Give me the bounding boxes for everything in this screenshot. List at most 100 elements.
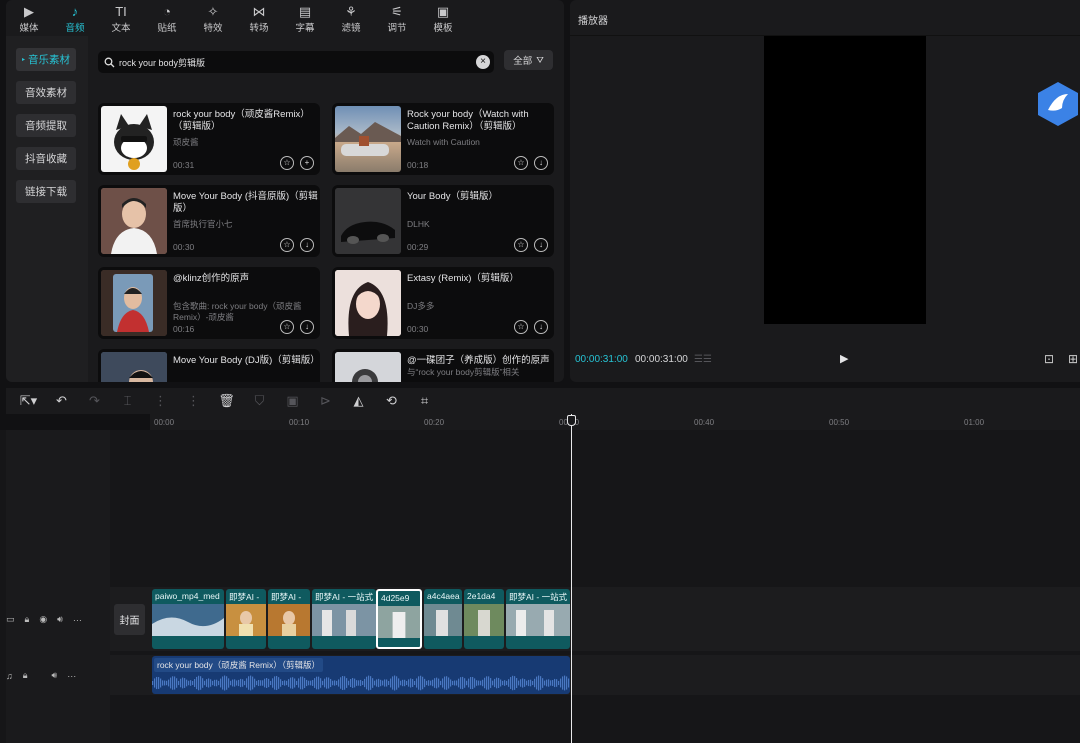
- tab-stickers[interactable]: ◔ 贴纸: [144, 0, 190, 36]
- total-timecode: 00:00:31:00: [635, 354, 688, 365]
- video-clip[interactable]: 即梦AI - 一站式: [312, 589, 376, 649]
- card-title: Your Body（剪辑版）: [407, 191, 498, 202]
- video-clip[interactable]: 即梦AI -: [268, 589, 310, 649]
- music-card[interactable]: rock your body（顽皮酱Remix）（剪辑版） 顽皮酱 00:31 …: [98, 103, 320, 175]
- music-card[interactable]: Move Your Body (DJ版)（剪辑版）: [98, 349, 320, 382]
- undo-icon[interactable]: ↶: [45, 393, 78, 409]
- lock-icon[interactable]: 🔒︎: [23, 670, 28, 681]
- category-douyin-favorites[interactable]: 抖音收藏: [16, 147, 76, 170]
- search-input[interactable]: rock your body剪辑版 ×: [98, 51, 494, 73]
- card-artist: DLHK: [407, 219, 430, 229]
- favorite-star-icon[interactable]: ☆: [280, 156, 294, 170]
- playhead[interactable]: [571, 414, 572, 743]
- time-ruler[interactable]: 00:00 00:10 00:20 00:30 00:40 00:50 01:0…: [150, 414, 1080, 430]
- card-artist: 包含歌曲: rock your body（顽皮酱Remix）-顽皮酱: [173, 301, 302, 322]
- card-title: rock your body（顽皮酱Remix）（剪辑版）: [173, 109, 310, 132]
- favorite-star-icon[interactable]: ☆: [280, 238, 294, 252]
- select-tool-icon[interactable]: ⇱▾: [12, 393, 45, 409]
- caption-icon: ▤: [298, 3, 312, 19]
- audio-waveform: [152, 675, 570, 691]
- music-card[interactable]: Extasy (Remix)（剪辑版） DJ多多 00:30 ☆ ↓: [332, 267, 554, 339]
- video-track-header: ▭ 🔒︎ ◉ 🔊︎ ···: [6, 614, 82, 625]
- tab-effects[interactable]: ✧ 特效: [190, 0, 236, 36]
- delete-icon[interactable]: 🗑: [210, 393, 243, 409]
- volume-icon[interactable]: 🔊︎: [52, 670, 58, 681]
- category-music[interactable]: ▸ 音乐素材: [16, 48, 76, 71]
- cover-thumbnail: [335, 270, 401, 336]
- video-clip[interactable]: 2e1da4: [464, 589, 504, 649]
- music-card[interactable]: Rock your body（Watch with Caution Remix）…: [332, 103, 554, 175]
- shield-icon[interactable]: ⛉: [243, 393, 276, 409]
- category-sidebar: ▸ 音乐素材 音效素材 音频提取 抖音收藏 链接下载: [6, 36, 88, 382]
- video-clip[interactable]: paiwo_mp4_med: [152, 589, 224, 649]
- music-card[interactable]: @一碟团子（养成版）创作的原声 与“rock your body剪辑版”相关: [332, 349, 554, 382]
- app-logo-icon: [1038, 82, 1078, 126]
- download-icon[interactable]: ↓: [534, 238, 548, 252]
- card-title: Move Your Body (抖音原版)（剪辑版）: [173, 191, 318, 214]
- freeze-icon[interactable]: ▣: [276, 393, 309, 409]
- list-icon[interactable]: ☰☰: [694, 354, 712, 365]
- crop-icon[interactable]: ⌗: [408, 393, 441, 409]
- favorite-star-icon[interactable]: ☆: [514, 156, 528, 170]
- tab-templates[interactable]: ▣ 模板: [420, 0, 466, 36]
- add-button[interactable]: +: [300, 156, 314, 170]
- tab-captions[interactable]: ▤ 字幕: [282, 0, 328, 36]
- music-track-icon: ♫: [6, 670, 13, 681]
- audio-clip[interactable]: rock your body（顽皮酱 Remix）（剪辑版）: [152, 656, 570, 694]
- playhead-handle[interactable]: [567, 415, 576, 426]
- music-card[interactable]: @klinz创作的原声 包含歌曲: rock your body（顽皮酱Remi…: [98, 267, 320, 339]
- split-right-icon[interactable]: ⋮: [177, 393, 210, 409]
- clear-search-button[interactable]: ×: [476, 55, 490, 69]
- video-clip[interactable]: a4c4aea: [424, 589, 462, 649]
- category-audio-extract[interactable]: 音频提取: [16, 114, 76, 137]
- favorite-star-icon[interactable]: ☆: [280, 320, 294, 334]
- media-panel: ▶ 媒体 ♪ 音频 TI 文本 ◔ 贴纸 ✧ 特效 ⋈ 转场 ▤ 字幕 ⚘ 滤镜 ⚟ 调节 ▣ 模板…: [6, 0, 564, 382]
- video-clip[interactable]: 即梦AI -: [226, 589, 266, 649]
- ratio-icon[interactable]: ⊞: [1068, 352, 1078, 366]
- track-headers: [6, 430, 110, 743]
- split-icon[interactable]: ⌶: [111, 393, 144, 409]
- redo-icon[interactable]: ↷: [78, 393, 111, 409]
- current-timecode: 00:00:31:00: [575, 354, 628, 365]
- tab-audio[interactable]: ♪ 音频: [52, 0, 98, 36]
- tab-media[interactable]: ▶ 媒体: [6, 0, 52, 36]
- media-icon: ▶: [24, 3, 34, 19]
- play-circle-icon[interactable]: ⊳: [309, 393, 342, 409]
- card-title: Move Your Body (DJ版)（剪辑版）: [173, 355, 320, 366]
- more-icon[interactable]: ···: [73, 615, 82, 625]
- tab-text[interactable]: TI 文本: [98, 0, 144, 36]
- category-sound-effects[interactable]: 音效素材: [16, 81, 76, 104]
- filter-button[interactable]: 全部 ⛛: [504, 50, 553, 70]
- music-card[interactable]: Move Your Body (抖音原版)（剪辑版） 首席执行官小七 00:30…: [98, 185, 320, 257]
- favorite-star-icon[interactable]: ☆: [514, 238, 528, 252]
- music-card[interactable]: Your Body（剪辑版） DLHK 00:29 ☆ ↓: [332, 185, 554, 257]
- download-icon[interactable]: ↓: [534, 156, 548, 170]
- caret-right-icon: ▸: [21, 57, 25, 63]
- download-icon[interactable]: ↓: [534, 320, 548, 334]
- cover-button[interactable]: 封面: [114, 604, 145, 635]
- download-icon[interactable]: ↓: [300, 320, 314, 334]
- card-artist: DJ多多: [407, 301, 435, 311]
- play-button[interactable]: ▶: [840, 352, 848, 365]
- card-artist: Watch with Caution: [407, 137, 480, 147]
- download-icon[interactable]: ↓: [300, 238, 314, 252]
- card-duration: 00:18: [407, 160, 429, 170]
- mirror-icon[interactable]: ◭: [342, 393, 375, 409]
- zoom-icon[interactable]: ⊡: [1044, 352, 1054, 366]
- favorite-star-icon[interactable]: ☆: [514, 320, 528, 334]
- tab-filters[interactable]: ⚘ 滤镜: [328, 0, 374, 36]
- rotate-icon[interactable]: ⟲: [375, 393, 408, 409]
- more-icon[interactable]: ···: [67, 671, 76, 681]
- search-icon: [104, 57, 115, 67]
- tab-transitions[interactable]: ⋈ 转场: [236, 0, 282, 36]
- lock-icon[interactable]: 🔒︎: [25, 614, 30, 625]
- tab-adjust[interactable]: ⚟ 调节: [374, 0, 420, 36]
- volume-icon[interactable]: 🔊︎: [57, 614, 63, 625]
- eye-icon[interactable]: ◉: [39, 614, 47, 625]
- split-left-icon[interactable]: ⋮: [144, 393, 177, 409]
- video-clip-selected[interactable]: 4d25e9: [376, 589, 422, 649]
- cover-thumbnail: [101, 188, 167, 254]
- category-link-download[interactable]: 链接下载: [16, 180, 76, 203]
- video-clip[interactable]: 即梦AI - 一站式: [506, 589, 570, 649]
- video-preview[interactable]: [764, 36, 926, 324]
